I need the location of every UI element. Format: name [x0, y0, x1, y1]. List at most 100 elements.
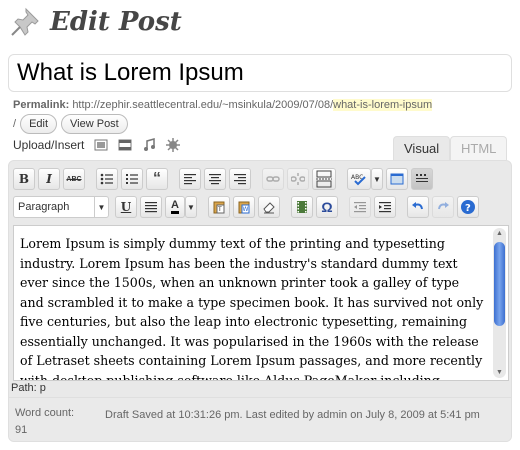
strikethrough-icon: ABC	[66, 175, 82, 183]
chevron-down-icon: ▼	[373, 174, 381, 184]
svg-text:W: W	[243, 206, 249, 213]
post-title-input[interactable]	[9, 55, 511, 91]
scroll-down-icon[interactable]: ▼	[495, 369, 504, 376]
underline-button[interactable]: U	[115, 196, 137, 218]
page-title: Edit Post	[50, 7, 182, 37]
word-count-value: 91	[15, 424, 28, 436]
numbered-list-icon	[126, 174, 138, 184]
text-color-dropdown[interactable]: ▼	[185, 196, 197, 218]
chevron-down-icon: ▼	[187, 202, 195, 212]
spellcheck-button[interactable]: ABC	[347, 168, 371, 190]
paste-word-icon: W	[238, 201, 250, 214]
bold-button[interactable]: B	[13, 168, 35, 190]
link-icon	[266, 176, 280, 182]
permalink-actions: / Edit View Post	[13, 114, 128, 134]
outdent-button[interactable]	[349, 196, 371, 218]
align-justify-icon	[145, 202, 157, 213]
permalink-row: Permalink: http://zephir.seattlecentral.…	[13, 97, 513, 113]
kitchen-sink-icon	[416, 174, 428, 182]
remove-format-button[interactable]	[258, 196, 280, 218]
blockquote-icon: “	[153, 170, 161, 187]
bullet-list-icon	[100, 173, 113, 185]
indent-icon	[379, 202, 391, 213]
editor-container: B I ABC “ ABC ▼ Paragraph ▼ U A ▼ T W Ω …	[8, 160, 512, 442]
blockquote-button[interactable]: “	[146, 168, 168, 190]
pushpin-icon	[11, 7, 39, 36]
add-media-icon[interactable]	[166, 138, 181, 152]
toolbar-row-2: Paragraph ▼ U A ▼ T W Ω ?	[13, 195, 509, 219]
media-buttons: Upload/Insert	[13, 138, 181, 152]
paste-text-button[interactable]: T	[208, 196, 230, 218]
italic-icon: I	[46, 172, 52, 186]
paste-text-icon: T	[213, 201, 225, 214]
more-tag-icon	[316, 170, 332, 188]
permalink-label: Permalink:	[13, 99, 70, 111]
spellcheck-dropdown[interactable]: ▼	[371, 168, 383, 190]
ordered-list-button[interactable]	[121, 168, 143, 190]
custom-character-button[interactable]: Ω	[316, 196, 338, 218]
align-center-icon	[209, 174, 221, 185]
scroll-thumb[interactable]	[494, 242, 505, 326]
italic-button[interactable]: I	[38, 168, 60, 190]
eraser-icon	[263, 202, 275, 214]
view-post-button[interactable]: View Post	[61, 114, 128, 134]
undo-button[interactable]	[407, 196, 429, 218]
kitchen-sink-button[interactable]	[411, 168, 433, 190]
help-button[interactable]: ?	[457, 196, 479, 218]
element-path: Path: p	[11, 382, 46, 394]
format-select[interactable]: Paragraph ▼	[13, 196, 109, 218]
align-left-button[interactable]	[179, 168, 201, 190]
justify-button[interactable]	[140, 196, 162, 218]
page-header: Edit Post	[8, 4, 182, 40]
svg-text:T: T	[217, 206, 222, 213]
content-paragraph[interactable]: Lorem Ipsum is simply dummy text of the …	[14, 226, 508, 380]
insert-more-button[interactable]	[312, 168, 336, 190]
align-right-icon	[234, 174, 246, 185]
tab-visual[interactable]: Visual	[393, 136, 451, 160]
align-center-button[interactable]	[204, 168, 226, 190]
fullscreen-button[interactable]	[386, 168, 408, 190]
post-title-field-wrapper	[8, 54, 512, 92]
paste-word-button[interactable]: W	[233, 196, 255, 218]
fullscreen-icon	[390, 173, 404, 185]
chevron-down-icon: ▼	[94, 197, 108, 217]
permalink-slug[interactable]: what-is-lorem-ipsum	[333, 99, 433, 111]
text-color-icon: A	[171, 200, 179, 214]
add-image-icon[interactable]	[94, 138, 108, 152]
add-video-icon[interactable]	[118, 138, 132, 152]
spellcheck-icon: ABC	[351, 174, 366, 186]
draft-saved-status: Draft Saved at 10:31:26 pm. Last edited …	[105, 409, 480, 421]
status-bar: Word count: 91 Draft Saved at 10:31:26 p…	[9, 397, 511, 441]
help-icon: ?	[461, 200, 475, 214]
indent-button[interactable]	[374, 196, 396, 218]
strikethrough-button[interactable]: ABC	[63, 168, 85, 190]
tab-html[interactable]: HTML	[450, 136, 508, 160]
align-left-icon	[184, 174, 196, 185]
unlink-button[interactable]	[287, 168, 309, 190]
add-audio-icon[interactable]	[142, 138, 156, 152]
outdent-icon	[354, 202, 366, 213]
scroll-up-icon[interactable]: ▲	[495, 230, 504, 237]
film-icon	[297, 201, 307, 213]
permalink-base-url: http://zephir.seattlecentral.edu/~msinku…	[72, 99, 334, 111]
bold-icon: B	[18, 172, 30, 186]
redo-button[interactable]	[432, 196, 454, 218]
editor-content[interactable]: Lorem Ipsum is simply dummy text of the …	[13, 225, 509, 381]
insert-media-button[interactable]	[291, 196, 313, 218]
underline-icon: U	[120, 200, 132, 214]
upload-insert-label: Upload/Insert	[13, 138, 85, 152]
unordered-list-button[interactable]	[96, 168, 118, 190]
undo-icon	[412, 202, 423, 210]
toolbar-row-1: B I ABC “ ABC ▼	[13, 167, 509, 191]
edit-permalink-button[interactable]: Edit	[20, 114, 58, 134]
word-count-label: Word count:	[15, 407, 75, 419]
text-color-button[interactable]: A	[165, 196, 185, 218]
unlink-icon	[291, 173, 305, 185]
format-select-value: Paragraph	[18, 201, 70, 213]
content-scrollbar[interactable]: ▲ ▼	[493, 228, 506, 378]
svg-text:?: ?	[465, 203, 471, 214]
align-right-button[interactable]	[229, 168, 251, 190]
redo-icon	[438, 202, 449, 210]
insert-link-button[interactable]	[262, 168, 284, 190]
permalink-trail: /	[13, 118, 17, 130]
